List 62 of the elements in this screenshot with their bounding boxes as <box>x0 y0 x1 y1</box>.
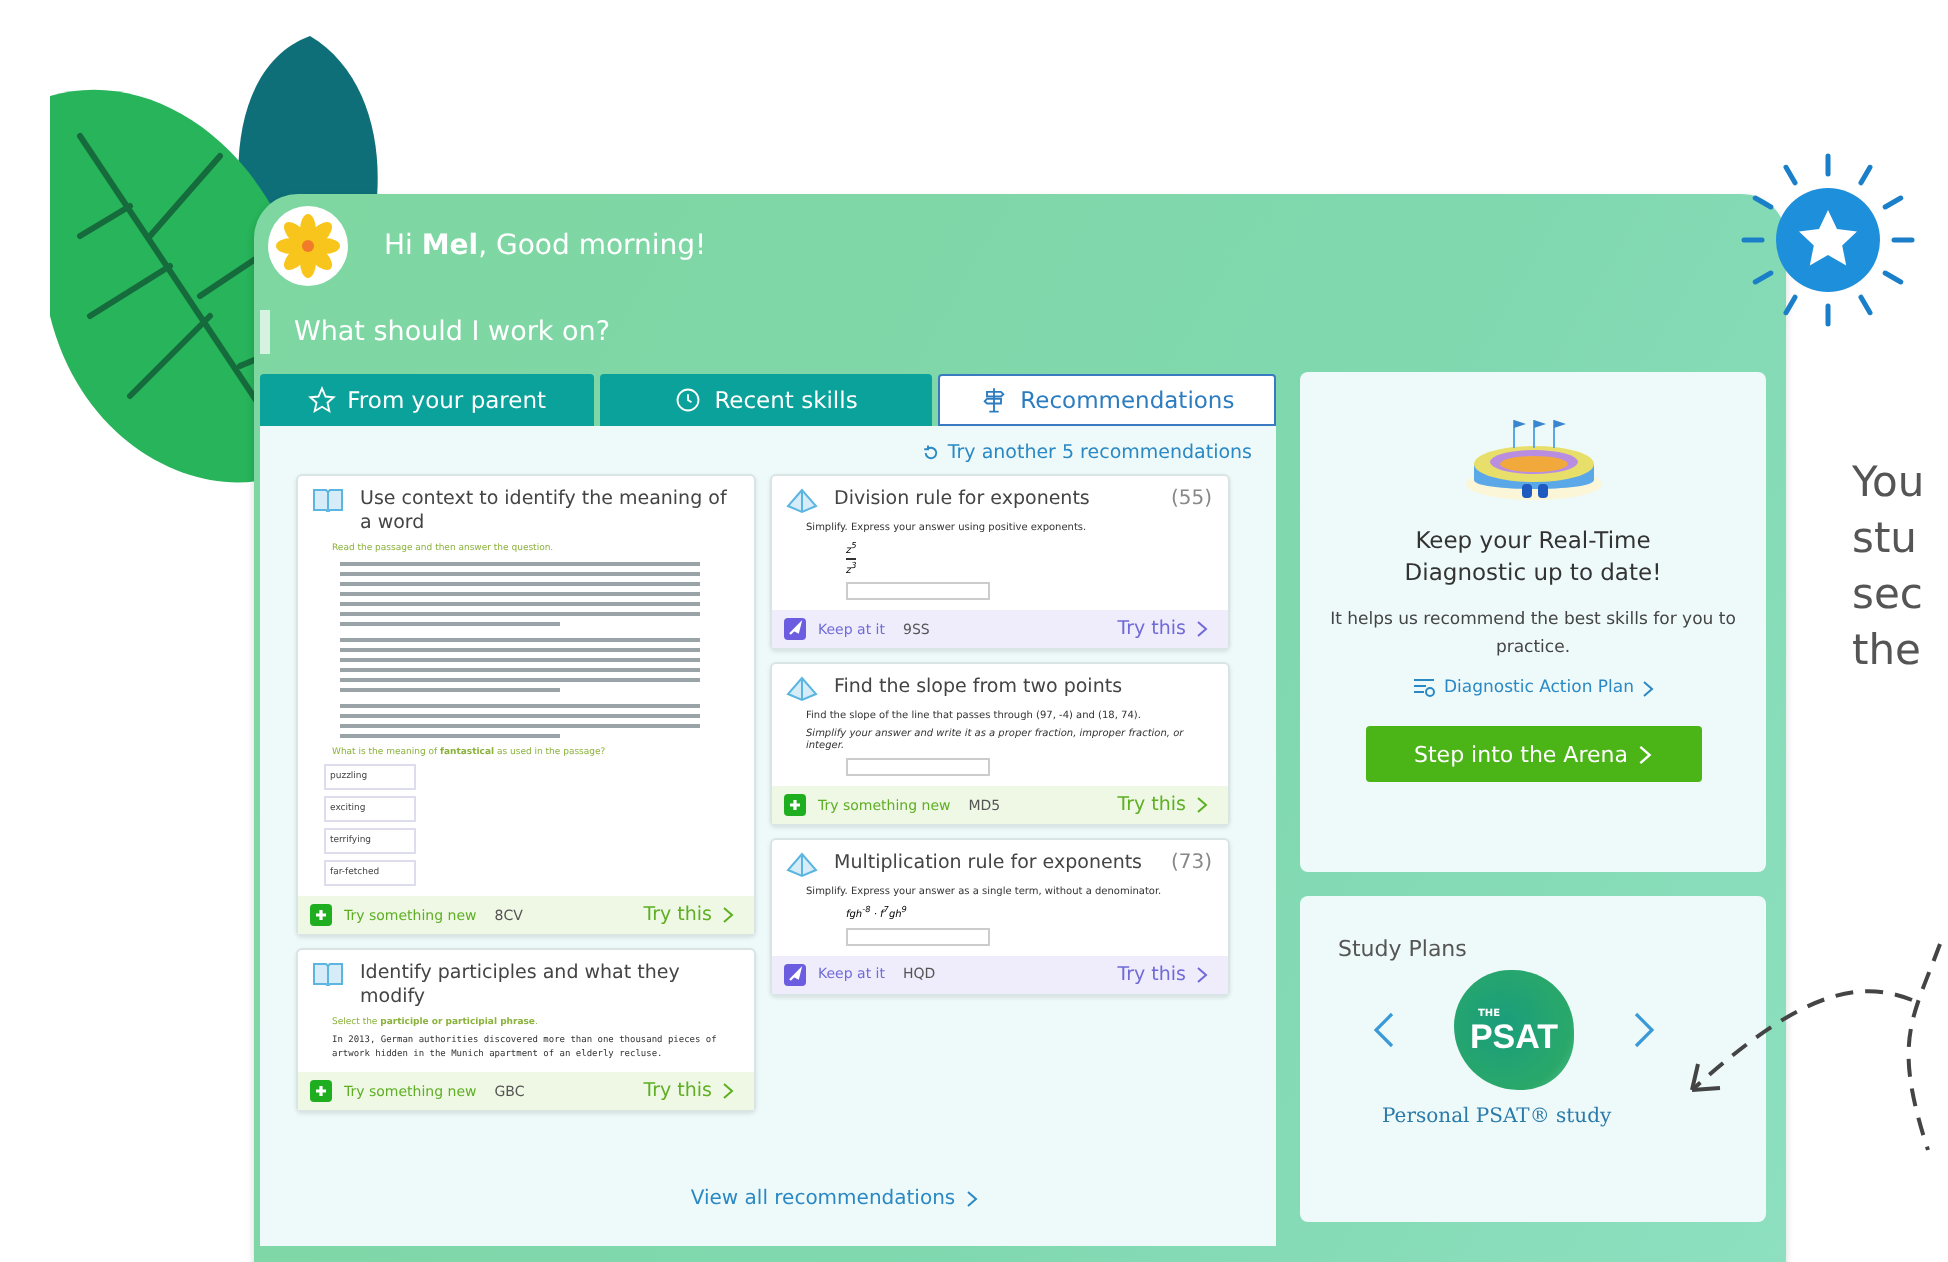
book-icon <box>312 962 344 986</box>
chevron-icon <box>1637 743 1652 765</box>
skill-title: Division rule for exponents <box>834 488 1092 512</box>
view-all-link[interactable]: View all recommendations <box>570 1188 978 1210</box>
description-text: You <box>1852 456 1925 510</box>
study-plan-link[interactable]: Personal PSAT® study <box>1382 1106 1766 1128</box>
chevron-icon <box>965 1190 978 1208</box>
pyramid-icon <box>786 488 818 514</box>
tab[interactable]: Recommendations <box>938 374 1277 426</box>
refresh-link[interactable]: Try another 5 recommendations <box>921 442 1252 464</box>
section-heading: What should I work on? <box>260 310 1786 354</box>
description-text: the <box>1852 624 1923 678</box>
skill-card[interactable] <box>770 662 1230 827</box>
refresh-icon <box>921 444 940 462</box>
greeting-text: Hi Mel, Good morning! <box>384 230 707 262</box>
skill-title: Find the slope from two points <box>834 676 1125 701</box>
chevron-icon <box>722 906 734 924</box>
signpost-icon <box>980 386 1009 414</box>
plus-icon <box>310 1080 332 1102</box>
star-icon <box>307 386 336 414</box>
chevron-icon <box>1196 796 1208 815</box>
avatar-icon <box>268 206 348 286</box>
skill-title: Identify participles and what they modify <box>360 962 682 1010</box>
skill-title: Multiplication rule for exponents <box>834 852 1145 877</box>
book-icon <box>312 488 344 512</box>
answer-field[interactable] <box>846 758 990 777</box>
try-this-link[interactable]: Try this <box>1117 963 1208 986</box>
plus-icon <box>784 794 806 817</box>
answer-field[interactable] <box>846 582 990 601</box>
tab[interactable]: Recent skills <box>599 374 933 426</box>
action-plan-link[interactable]: Diagnostic Action Plan <box>1411 678 1654 698</box>
rocket-icon <box>784 963 806 986</box>
arena-button[interactable]: Step into the Arena <box>1365 726 1701 782</box>
diagnostic-title: Keep your Real-Time Diagnostic up to date! <box>1402 524 1664 588</box>
diagnostic-description: It helps us recommend the best skills for you to practice. <box>1328 608 1738 662</box>
try-this-link[interactable]: Try this <box>1117 618 1208 641</box>
answer-field[interactable] <box>846 927 990 946</box>
pyramid-icon <box>786 852 818 879</box>
try-this-link[interactable]: Try this <box>643 904 734 926</box>
chevron-icon <box>1196 965 1208 984</box>
skill-card[interactable] <box>296 948 756 1112</box>
try-this-link[interactable]: Try this <box>1117 794 1208 817</box>
tab[interactable]: From your parent <box>260 374 594 426</box>
description-text: stu <box>1852 512 1919 566</box>
plus-icon <box>310 904 332 926</box>
chevron-icon <box>722 1082 734 1100</box>
previous-button[interactable] <box>1374 1012 1394 1048</box>
chevron-icon <box>1642 679 1654 697</box>
skill-score: (55) <box>1170 488 1212 510</box>
skill-card[interactable] <box>296 474 756 936</box>
arena-icon <box>1461 416 1605 504</box>
description-text: sec <box>1852 568 1925 622</box>
skill-title: Use context to identify the meaning of a word <box>360 488 729 536</box>
study-plans-title: Study Plans <box>1338 936 1469 962</box>
pyramid-icon <box>786 676 818 703</box>
chevron-icon <box>1196 620 1208 639</box>
try-this-link[interactable]: Try this <box>643 1080 734 1102</box>
clock-icon <box>674 386 703 414</box>
rocket-icon <box>784 618 806 641</box>
list-icon <box>1411 678 1436 698</box>
skill-score: (73) <box>1170 852 1212 875</box>
next-button[interactable] <box>1634 1012 1654 1048</box>
